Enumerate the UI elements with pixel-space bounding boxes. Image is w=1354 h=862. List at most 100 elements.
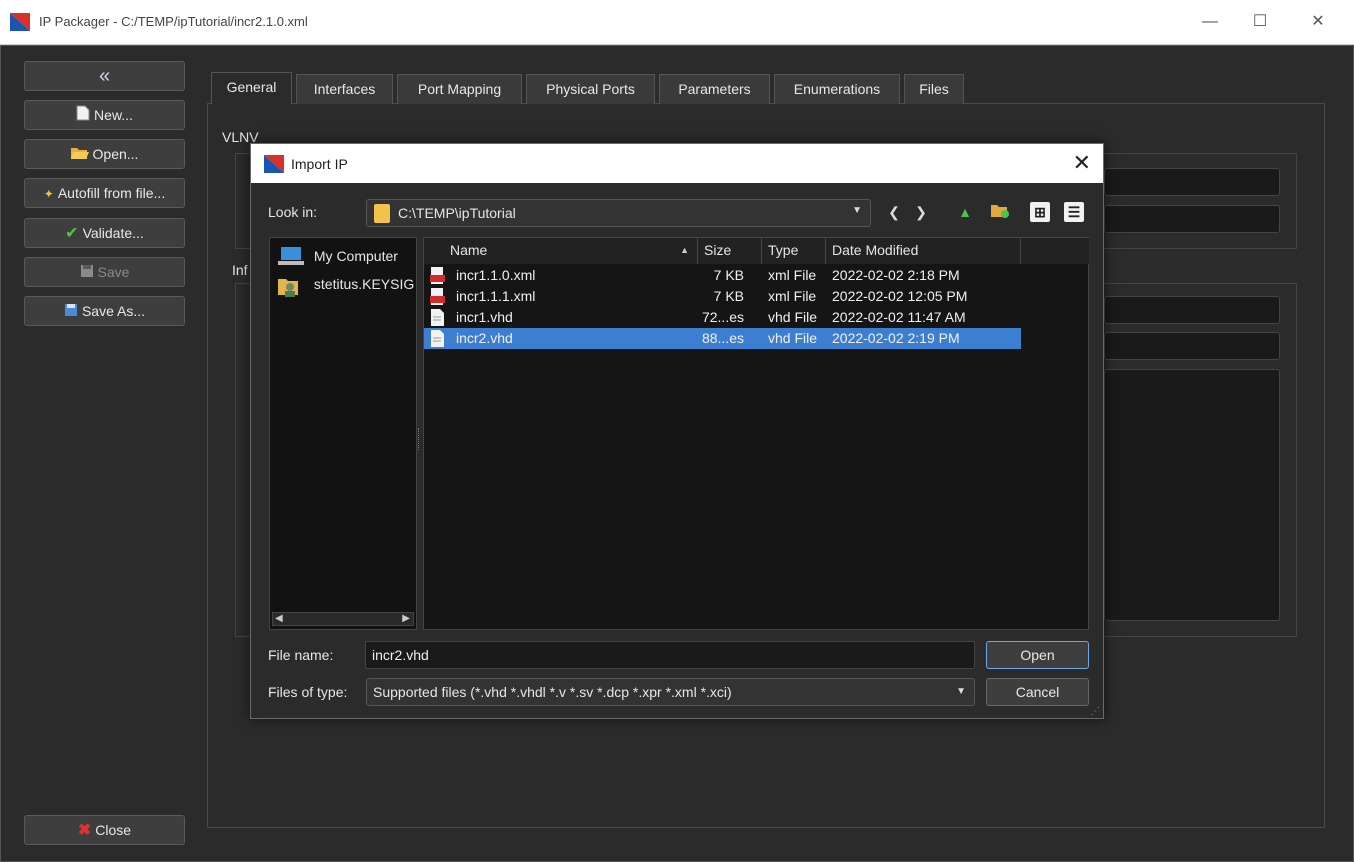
dialog-titlebar: Import IP ✕: [251, 144, 1103, 183]
maximize-button[interactable]: ☐: [1237, 8, 1283, 36]
tab-general[interactable]: General: [211, 72, 292, 104]
ip-packager-logo-icon: [10, 13, 30, 31]
info-field-1[interactable]: [1104, 296, 1280, 324]
text-file-icon: [431, 309, 444, 326]
look-in-value: C:\TEMP\ipTutorial: [398, 205, 516, 221]
file-size: 7 KB: [713, 267, 744, 283]
minimize-button[interactable]: —: [1187, 8, 1233, 36]
column-header-name[interactable]: Name ▲: [424, 238, 698, 264]
autofill-button[interactable]: ✦ Autofill from file...: [24, 178, 185, 208]
my-computer-label: My Computer: [313, 248, 398, 264]
tab-port-mapping[interactable]: Port Mapping: [397, 74, 522, 104]
file-list: Name ▲ Size Type Date Modified incr1.1.0…: [423, 237, 1089, 630]
files-of-type-combo[interactable]: Supported files (*.vhd *.vhdl *.v *.sv *…: [366, 678, 975, 706]
tab-enumerations[interactable]: Enumerations: [774, 74, 900, 104]
file-row-selected[interactable]: incr2.vhd 88...es vhd File 2022-02-02 2:…: [424, 328, 1021, 349]
grid-view-icon[interactable]: ⊞: [1030, 202, 1050, 222]
window-close-button[interactable]: ✕: [1295, 8, 1341, 36]
tab-parameters[interactable]: Parameters: [659, 74, 770, 104]
places-hscrollbar[interactable]: ◀ ▶: [272, 612, 414, 626]
open-dialog-button[interactable]: Open: [986, 641, 1089, 669]
file-type: vhd File: [768, 330, 818, 346]
double-chevron-left-icon: «: [98, 65, 111, 87]
close-label: Close: [95, 822, 132, 838]
validate-button[interactable]: ✔ Validate...: [24, 218, 185, 248]
save-button[interactable]: Save: [24, 257, 185, 287]
file-name: incr1.1.0.xml: [456, 267, 536, 283]
file-row[interactable]: incr1.vhd 72...es vhd File 2022-02-02 11…: [424, 307, 1021, 328]
column-header-type[interactable]: Type: [762, 238, 826, 264]
dialog-close-button[interactable]: ✕: [1073, 150, 1091, 176]
file-date: 2022-02-02 12:05 PM: [832, 288, 968, 304]
file-type: vhd File: [768, 309, 818, 325]
dialog-title: Import IP: [291, 156, 348, 172]
save-as-button[interactable]: Save As...: [24, 296, 185, 326]
new-folder-icon[interactable]: [990, 202, 1010, 222]
ip-packager-logo-icon: [264, 155, 284, 173]
column-header-date[interactable]: Date Modified: [826, 238, 1021, 264]
cancel-button[interactable]: Cancel: [986, 678, 1089, 706]
column-header-size[interactable]: Size: [698, 238, 762, 264]
file-name-input[interactable]: incr2.vhd: [365, 641, 975, 669]
file-date: 2022-02-02 2:18 PM: [832, 267, 960, 283]
open-label: Open...: [92, 146, 139, 162]
details-view-icon[interactable]: ☰: [1064, 202, 1084, 222]
magic-wand-icon: ✦: [43, 187, 54, 202]
tab-files[interactable]: Files: [904, 74, 964, 104]
text-file-icon: [431, 330, 444, 347]
info-description-area[interactable]: [1104, 369, 1280, 621]
close-button[interactable]: ✖ Close: [24, 815, 185, 845]
folder-icon: [374, 204, 390, 223]
file-size: 7 KB: [713, 288, 744, 304]
file-type: xml File: [768, 267, 817, 283]
look-in-label: Look in:: [268, 204, 318, 220]
file-name: incr1.vhd: [456, 309, 513, 325]
open-button[interactable]: Open...: [24, 139, 185, 169]
validate-label: Validate...: [82, 225, 144, 241]
floppy-disk-icon: [80, 259, 94, 287]
collapse-sidebar-button[interactable]: «: [24, 61, 185, 91]
files-of-type-label: Files of type:: [268, 684, 348, 700]
computer-icon: [278, 247, 304, 267]
checkmark-icon: ✔: [65, 225, 79, 243]
window-title: IP Packager - C:/TEMP/ipTutorial/incr2.1…: [39, 14, 308, 29]
tab-physical-ports[interactable]: Physical Ports: [526, 74, 655, 104]
vlnv-field-1[interactable]: [1104, 168, 1280, 196]
info-field-2[interactable]: [1104, 332, 1280, 360]
place-user-home[interactable]: stetitus.KEYSIG: [278, 272, 415, 298]
file-size: 88...es: [701, 330, 744, 346]
files-of-type-value: Supported files (*.vhd *.vhdl *.v *.sv *…: [373, 684, 732, 700]
user-folder-icon: [278, 275, 300, 298]
splitter-handle[interactable]: [418, 428, 421, 450]
chevron-down-icon: ▼: [852, 205, 862, 216]
red-x-icon: ✖: [77, 822, 92, 840]
up-folder-icon[interactable]: ▲: [955, 202, 975, 222]
new-button[interactable]: New...: [24, 100, 185, 130]
scroll-left-icon[interactable]: ◀: [275, 613, 283, 624]
tab-interfaces[interactable]: Interfaces: [296, 74, 393, 104]
column-header-filler: [1021, 238, 1089, 264]
new-file-icon: [76, 102, 90, 130]
user-home-label: stetitus.KEYSIG: [313, 276, 415, 292]
scroll-right-icon[interactable]: ▶: [402, 613, 410, 624]
look-in-combo[interactable]: C:\TEMP\ipTutorial ▼: [366, 199, 871, 227]
vlnv-field-2[interactable]: [1104, 205, 1280, 233]
resize-grip-icon[interactable]: ⋰: [1090, 706, 1100, 717]
places-panel: My Computer stetitus.KEYSIG ◀ ▶: [269, 237, 417, 630]
file-date: 2022-02-02 11:47 AM: [832, 309, 966, 325]
forward-arrow-icon[interactable]: ❯: [911, 202, 931, 222]
file-type: xml File: [768, 288, 817, 304]
xml-file-icon: [430, 288, 445, 305]
floppy-disk-save-as-icon: [64, 298, 78, 326]
save-as-label: Save As...: [81, 303, 146, 319]
file-name: incr2.vhd: [456, 330, 513, 346]
file-row[interactable]: incr1.1.0.xml 7 KB xml File 2022-02-02 2…: [424, 265, 1021, 286]
sort-ascending-icon: ▲: [680, 245, 689, 255]
file-row[interactable]: incr1.1.1.xml 7 KB xml File 2022-02-02 1…: [424, 286, 1021, 307]
back-arrow-icon[interactable]: ❮: [884, 202, 904, 222]
folder-open-icon: [70, 141, 89, 169]
chevron-down-icon: ▼: [956, 686, 966, 697]
file-size: 72...es: [701, 309, 744, 325]
info-section-label: Inf: [232, 262, 248, 278]
place-my-computer[interactable]: My Computer: [278, 244, 398, 268]
